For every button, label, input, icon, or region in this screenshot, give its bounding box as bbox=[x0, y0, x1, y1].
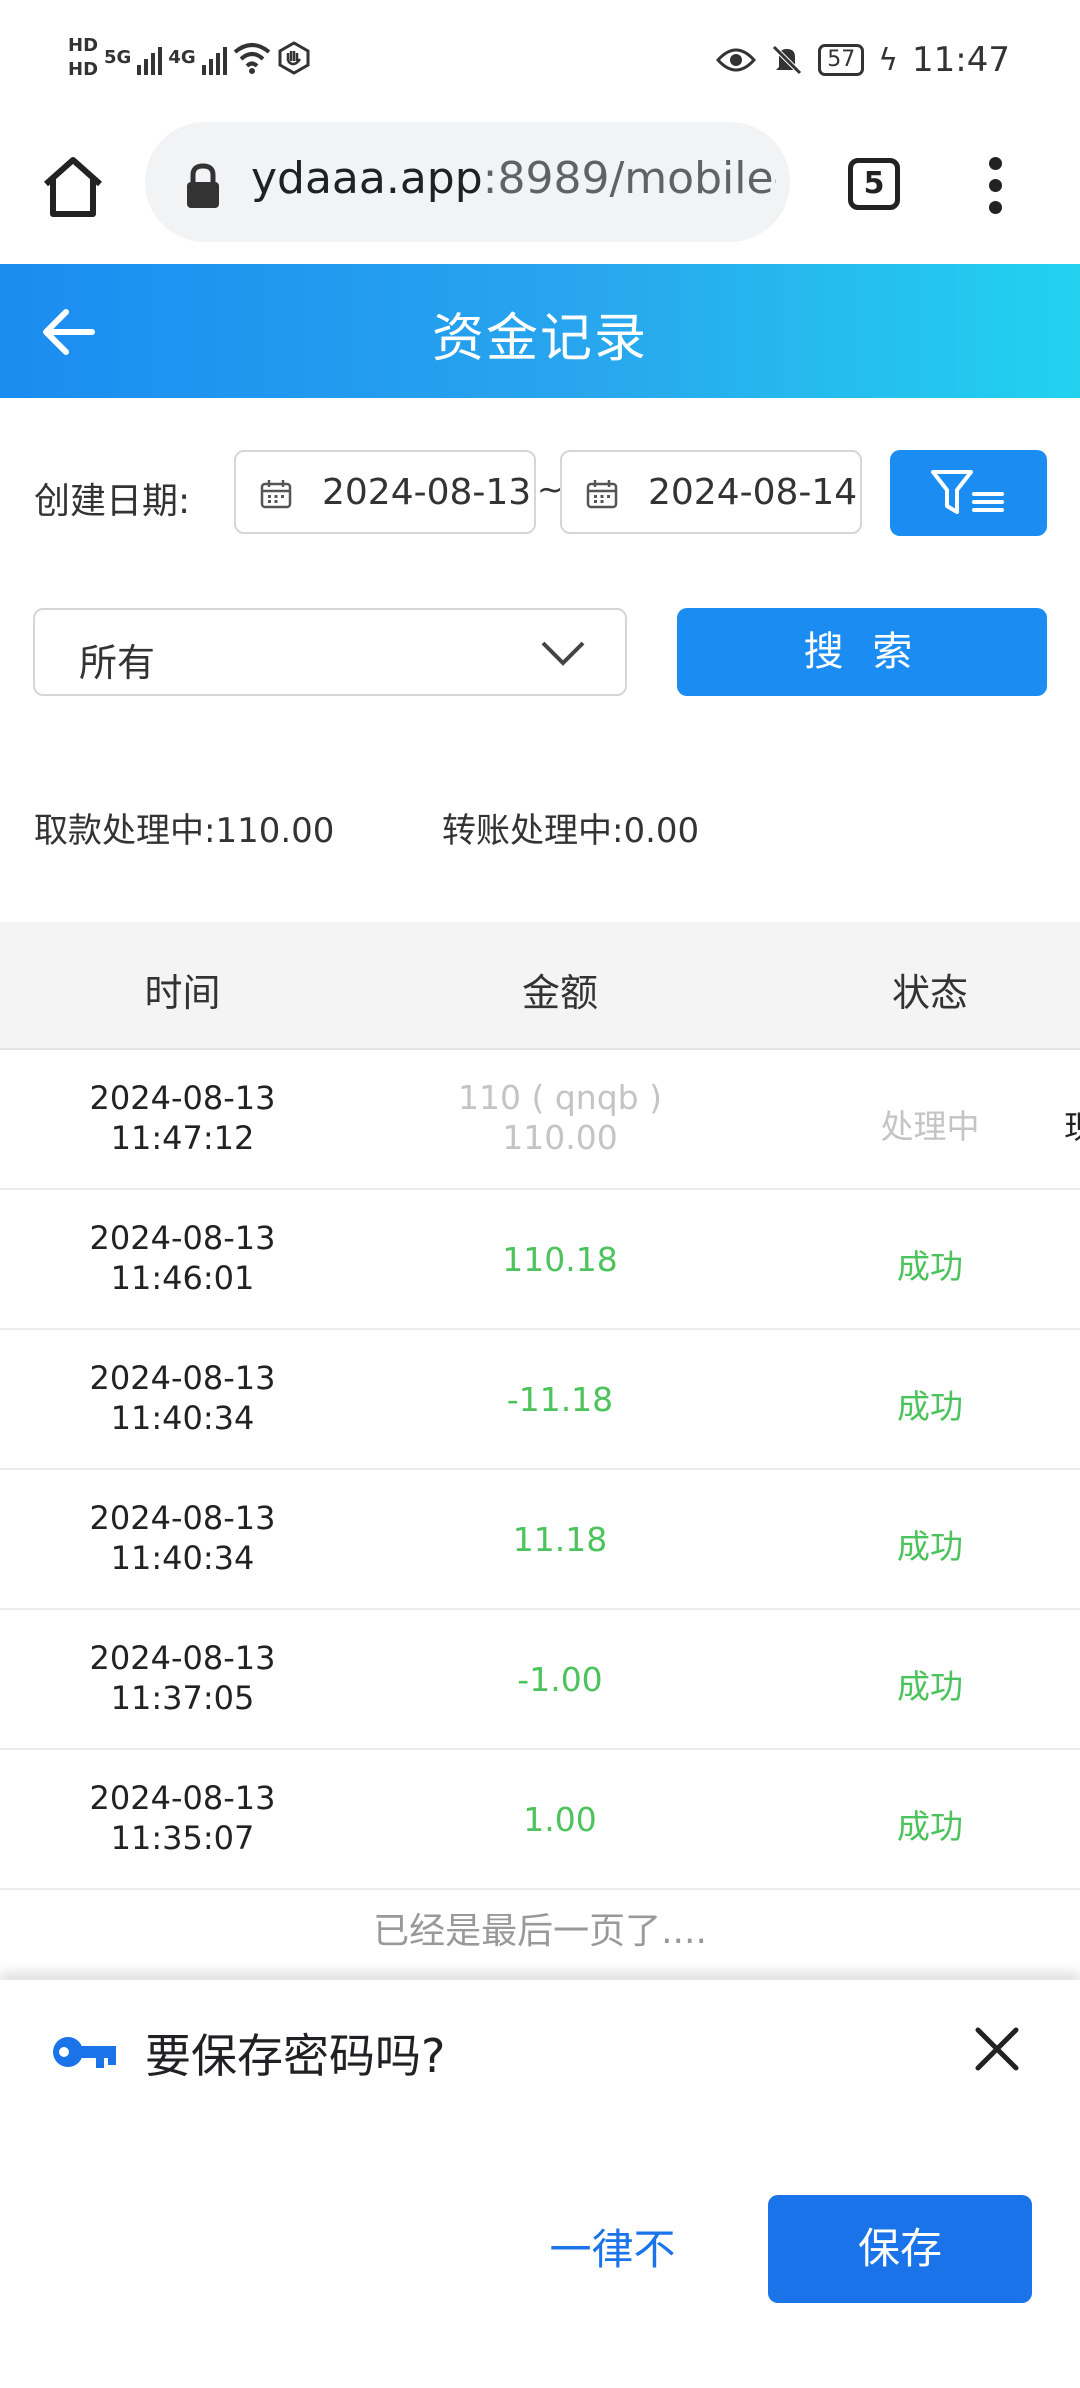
date-filter-label: 创建日期: bbox=[34, 481, 191, 522]
row-date: 2024-08-13 bbox=[89, 1779, 276, 1817]
table-header: 时间 金额 状态 bbox=[0, 922, 1080, 1050]
record-type-select[interactable]: 所有 bbox=[33, 608, 627, 696]
row-amount-detail: 110 ( qnqb ) bbox=[458, 1078, 662, 1117]
transfer-pending-value: 0.00 bbox=[623, 811, 700, 851]
home-icon[interactable] bbox=[38, 152, 108, 222]
calendar-icon bbox=[260, 480, 292, 509]
browser-toolbar: ydaaa.app:8989/mobile- 5 bbox=[0, 122, 1080, 264]
row-amount-value: 110.00 bbox=[502, 1118, 618, 1157]
row-status: 成功 bbox=[897, 1387, 963, 1426]
chevron-down-icon bbox=[541, 641, 585, 666]
browser-menu-icon[interactable] bbox=[980, 152, 1010, 222]
withdraw-pending-label: 取款处理中: bbox=[34, 811, 216, 851]
table-row[interactable]: 2024-08-13 11:40:34 11.18 成功 bbox=[0, 1470, 1080, 1610]
filter-icon bbox=[931, 470, 1004, 514]
row-time: 2024-08-13 11:46:01 bbox=[60, 1218, 305, 1298]
table-row[interactable]: 2024-08-13 11:46:01 110.18 成功 bbox=[0, 1190, 1080, 1330]
url-text[interactable]: ydaaa.app:8989/mobile- bbox=[251, 153, 776, 204]
save-password-title: 要保存密码吗? bbox=[145, 2029, 446, 2083]
app-header: 资金记录 bbox=[0, 264, 1080, 398]
row-time: 2024-08-13 11:35:07 bbox=[60, 1778, 305, 1858]
calendar-icon bbox=[586, 480, 618, 509]
row-status: 成功 bbox=[897, 1247, 963, 1286]
end-date-value: 2024-08-14 bbox=[648, 472, 858, 513]
row-clock: 11:40:34 bbox=[110, 1399, 255, 1437]
row-time: 2024-08-13 11:37:05 bbox=[60, 1638, 305, 1718]
row-date: 2024-08-13 bbox=[89, 1499, 276, 1537]
row-date: 2024-08-13 bbox=[89, 1219, 276, 1257]
row-clock: 11:40:34 bbox=[110, 1539, 255, 1577]
withdraw-pending-summary: 取款处理中:110.00 bbox=[34, 803, 334, 852]
filter-button[interactable] bbox=[890, 450, 1047, 536]
row-amount: 1.00 bbox=[523, 1800, 597, 1839]
eye-icon bbox=[716, 48, 757, 72]
hd-badges: HD HD bbox=[68, 36, 98, 80]
transfer-pending-summary: 转账处理中:0.00 bbox=[442, 803, 699, 852]
never-button[interactable]: 一律不 bbox=[520, 2212, 705, 2288]
row-clock: 11:37:05 bbox=[110, 1679, 255, 1717]
close-icon[interactable] bbox=[972, 2024, 1022, 2074]
wifi-icon bbox=[233, 43, 270, 74]
row-amount: -11.18 bbox=[506, 1380, 614, 1419]
status-left: HD HD 5G 4G bbox=[68, 36, 311, 80]
row-date: 2024-08-13 bbox=[89, 1639, 276, 1677]
withdraw-pending-value: 110.00 bbox=[215, 811, 335, 851]
key-icon bbox=[53, 2037, 116, 2068]
save-button[interactable]: 保存 bbox=[768, 2195, 1032, 2303]
status-bar: HD HD 5G 4G 57 ϟ 11:47 bbox=[0, 0, 1080, 122]
table-row[interactable]: 2024-08-13 11:40:34 -11.18 成功 bbox=[0, 1330, 1080, 1470]
charging-icon: ϟ bbox=[878, 42, 899, 78]
row-time: 2024-08-13 11:40:34 bbox=[60, 1498, 305, 1578]
end-date-input[interactable]: 2024-08-14 bbox=[560, 450, 862, 534]
row-status: 处理中 bbox=[880, 1107, 980, 1146]
row-extra-text: 现 bbox=[1064, 1102, 1080, 1148]
table-row[interactable]: 2024-08-13 11:37:05 -1.00 成功 bbox=[0, 1610, 1080, 1750]
column-header-status: 状态 bbox=[891, 971, 968, 1015]
row-date: 2024-08-13 bbox=[89, 1079, 276, 1117]
column-header-time: 时间 bbox=[144, 971, 221, 1015]
row-status: 成功 bbox=[897, 1527, 963, 1566]
search-button[interactable]: 搜 索 bbox=[677, 608, 1047, 696]
row-clock: 11:47:12 bbox=[110, 1119, 255, 1157]
battery-icon: 57 bbox=[818, 44, 865, 76]
row-date: 2024-08-13 bbox=[89, 1359, 276, 1397]
end-of-list-text: 已经是最后一页了.... bbox=[373, 1911, 707, 1952]
save-password-sheet: 要保存密码吗? 一律不 保存 bbox=[0, 1980, 1080, 2388]
bell-muted-icon bbox=[772, 45, 802, 75]
signal-5g-icon bbox=[137, 41, 163, 75]
table-row[interactable]: 2024-08-13 11:35:07 1.00 成功 bbox=[0, 1750, 1080, 1890]
hd-badge-1: HD bbox=[68, 35, 99, 56]
row-clock: 11:46:01 bbox=[110, 1259, 255, 1297]
status-right: 57 ϟ 11:47 bbox=[716, 40, 1010, 80]
start-date-value: 2024-08-13 bbox=[322, 472, 532, 513]
hand-shield-icon bbox=[278, 41, 310, 75]
lock-icon[interactable] bbox=[183, 162, 223, 210]
column-header-amount: 金额 bbox=[521, 971, 598, 1015]
url-path: :8989/mobile- bbox=[482, 153, 776, 204]
network-4g-label: 4G bbox=[168, 47, 196, 68]
tab-switcher-button[interactable]: 5 bbox=[848, 158, 900, 210]
table-row[interactable]: 2024-08-13 11:47:12 110 ( qnqb ) 110.00 … bbox=[0, 1050, 1080, 1190]
row-time: 2024-08-13 11:40:34 bbox=[60, 1358, 305, 1438]
row-amount: 11.18 bbox=[512, 1520, 608, 1559]
row-amount: 110 ( qnqb ) 110.00 bbox=[400, 1078, 720, 1158]
row-clock: 11:35:07 bbox=[110, 1819, 255, 1857]
row-amount: 110.18 bbox=[502, 1240, 618, 1279]
page-title: 资金记录 bbox=[431, 309, 648, 369]
transfer-pending-label: 转账处理中: bbox=[442, 811, 624, 851]
hd-badge-2: HD bbox=[68, 59, 99, 80]
address-bar[interactable]: ydaaa.app:8989/mobile- bbox=[145, 122, 790, 242]
url-host: ydaaa.app bbox=[251, 153, 483, 204]
network-5g-label: 5G bbox=[104, 47, 132, 68]
row-time: 2024-08-13 11:47:12 bbox=[60, 1078, 305, 1158]
row-amount: -1.00 bbox=[517, 1660, 603, 1699]
row-status: 成功 bbox=[897, 1807, 963, 1846]
signal-4g-icon bbox=[201, 41, 227, 75]
record-type-value: 所有 bbox=[79, 641, 156, 685]
clock: 11:47 bbox=[912, 40, 1010, 80]
start-date-input[interactable]: 2024-08-13 bbox=[234, 450, 536, 534]
row-status: 成功 bbox=[897, 1667, 963, 1706]
